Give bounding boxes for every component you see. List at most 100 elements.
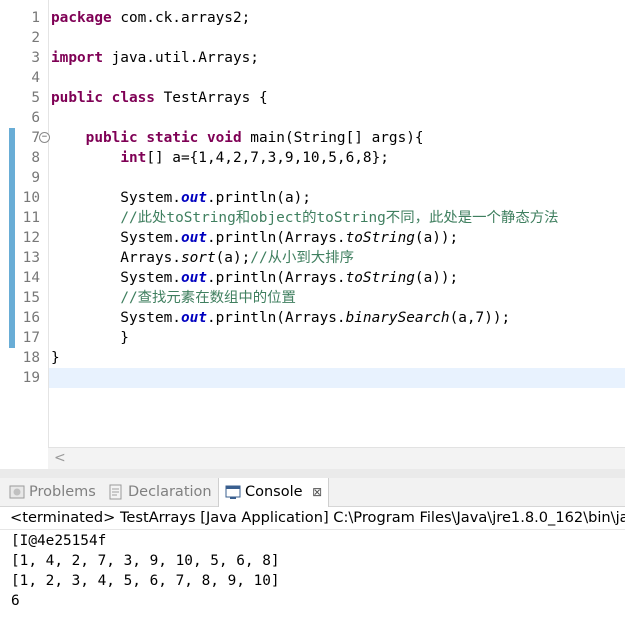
console-output-line: [1, 2, 3, 4, 5, 6, 7, 8, 9, 10] bbox=[11, 573, 280, 589]
code-line[interactable]: 19 bbox=[23, 368, 625, 388]
tab-problems-label: Problems bbox=[29, 484, 96, 500]
code-token: .println(Arrays. bbox=[206, 270, 346, 286]
code-line[interactable]: 17 } bbox=[0, 328, 625, 348]
code-token: .println(a); bbox=[206, 190, 311, 206]
code-line[interactable]: 16 System.out.println(Arrays.binarySearc… bbox=[0, 308, 625, 328]
code-text: System.out.println(Arrays.binarySearch(a… bbox=[51, 308, 510, 328]
code-line[interactable]: 12 System.out.println(Arrays.toString(a)… bbox=[0, 228, 625, 248]
fold-collapse-icon[interactable]: − bbox=[39, 132, 50, 143]
code-token: (a,7)); bbox=[449, 310, 511, 326]
code-token: import bbox=[51, 50, 103, 66]
console-output-line: [1, 4, 2, 7, 3, 9, 10, 5, 6, 8] bbox=[11, 553, 280, 569]
problems-icon bbox=[9, 485, 25, 499]
code-token: TestArrays { bbox=[154, 90, 268, 106]
code-line[interactable]: 2 bbox=[0, 28, 625, 48]
code-text: System.out.println(Arrays.toString(a)); bbox=[51, 228, 458, 248]
tab-declaration[interactable]: Declaration bbox=[108, 478, 212, 506]
code-line[interactable]: 6 bbox=[0, 108, 625, 128]
code-editor[interactable]: 1 package com.ck.arrays2; 2 3 import java.ut… bbox=[0, 0, 625, 447]
code-token: toString bbox=[345, 270, 415, 286]
code-token: System. bbox=[51, 270, 181, 286]
code-text: int[] a={1,4,2,7,3,9,10,5,6,8}; bbox=[51, 148, 389, 168]
console-status-header: <terminated> TestArrays [Java Applicatio… bbox=[0, 507, 625, 530]
code-text: //查找元素在数组中的位置 bbox=[51, 288, 296, 308]
code-token: } bbox=[51, 350, 60, 366]
line-number: 4 bbox=[31, 70, 40, 86]
tab-declaration-label: Declaration bbox=[128, 484, 212, 500]
code-token: public bbox=[85, 130, 138, 146]
code-token: sort bbox=[180, 250, 216, 266]
code-token: package bbox=[51, 10, 112, 26]
line-number: 5 bbox=[31, 90, 40, 106]
code-token: (a)); bbox=[414, 230, 459, 246]
gutter-footer bbox=[0, 447, 48, 469]
code-token: out bbox=[180, 190, 207, 206]
code-token: [] a={1,4,2,7,3,9,10,5,6,8}; bbox=[146, 150, 389, 166]
code-line[interactable]: 5 public class TestArrays { bbox=[0, 88, 625, 108]
code-line[interactable]: 7− public static void main(String[] args… bbox=[0, 128, 625, 148]
line-number: 18 bbox=[22, 350, 40, 366]
console-icon bbox=[225, 485, 241, 499]
code-line[interactable]: 3 import java.util.Arrays; bbox=[0, 48, 625, 68]
code-token: toString bbox=[345, 230, 415, 246]
code-line[interactable]: 4 bbox=[0, 68, 625, 88]
code-token: main(String[] args){ bbox=[241, 130, 424, 146]
code-text: System.out.println(a); bbox=[51, 188, 311, 208]
line-number: 19 bbox=[22, 370, 40, 386]
declaration-icon bbox=[109, 484, 122, 500]
code-line[interactable]: 14 System.out.println(Arrays.toString(a)… bbox=[0, 268, 625, 288]
line-number: 7 bbox=[31, 130, 40, 146]
close-icon[interactable]: ⊠ bbox=[312, 485, 322, 499]
code-text: public static void main(String[] args){ bbox=[51, 128, 424, 148]
code-line[interactable]: 8 int[] a={1,4,2,7,3,9,10,5,6,8}; bbox=[0, 148, 625, 168]
line-number: 12 bbox=[22, 230, 40, 246]
line-number: 15 bbox=[22, 290, 40, 306]
scroll-left-arrow-icon[interactable]: < bbox=[54, 450, 66, 466]
line-number: 1 bbox=[31, 10, 40, 26]
code-token: .println(Arrays. bbox=[206, 310, 346, 326]
console-output-line: 6 bbox=[11, 593, 20, 609]
code-token: System. bbox=[51, 310, 181, 326]
line-number: 13 bbox=[22, 250, 40, 266]
line-number: 6 bbox=[31, 110, 40, 126]
console-output-line: [I@4e25154f bbox=[11, 533, 107, 549]
code-token: int bbox=[120, 150, 147, 166]
code-token: System. bbox=[51, 190, 181, 206]
line-number: 17 bbox=[22, 330, 40, 346]
view-separator bbox=[0, 469, 625, 478]
code-text: Arrays.sort(a);//从小到大排序 bbox=[51, 248, 354, 268]
tab-console-label: Console bbox=[245, 484, 303, 500]
code-token: com.ck.arrays2; bbox=[111, 10, 251, 26]
line-number: 2 bbox=[31, 30, 40, 46]
code-line[interactable]: 1 package com.ck.arrays2; bbox=[0, 8, 625, 28]
code-text: //此处toString和object的toString不同，此处是一个静态方法 bbox=[51, 208, 559, 228]
horizontal-scrollbar[interactable]: < bbox=[48, 447, 625, 470]
code-token: out bbox=[180, 270, 207, 286]
code-text: public class TestArrays { bbox=[51, 88, 268, 108]
code-token: //查找元素在数组中的位置 bbox=[120, 290, 296, 306]
code-text: import java.util.Arrays; bbox=[51, 48, 259, 68]
code-line[interactable]: 15 //查找元素在数组中的位置 bbox=[0, 288, 625, 308]
code-token: void bbox=[206, 130, 242, 146]
code-line[interactable]: 13 Arrays.sort(a);//从小到大排序 bbox=[0, 248, 625, 268]
code-line[interactable]: 10 System.out.println(a); bbox=[0, 188, 625, 208]
code-token: //此处toString和object的toString不同，此处是一个静态方法 bbox=[120, 210, 559, 226]
code-text: } bbox=[51, 328, 129, 348]
code-line[interactable]: 9 bbox=[0, 168, 625, 188]
code-token: java.util.Arrays; bbox=[102, 50, 259, 66]
tab-console[interactable]: Console ⊠ bbox=[218, 478, 330, 507]
code-line[interactable]: 18} bbox=[0, 348, 625, 368]
code-token: //从小到大排序 bbox=[250, 250, 354, 266]
tab-problems[interactable]: Problems bbox=[9, 478, 96, 506]
code-line[interactable]: 11 //此处toString和object的toString不同，此处是一个静… bbox=[0, 208, 625, 228]
code-token: Arrays. bbox=[51, 250, 181, 266]
line-number: 9 bbox=[31, 170, 40, 186]
code-token: binarySearch bbox=[345, 310, 450, 326]
code-token: static bbox=[146, 130, 199, 146]
